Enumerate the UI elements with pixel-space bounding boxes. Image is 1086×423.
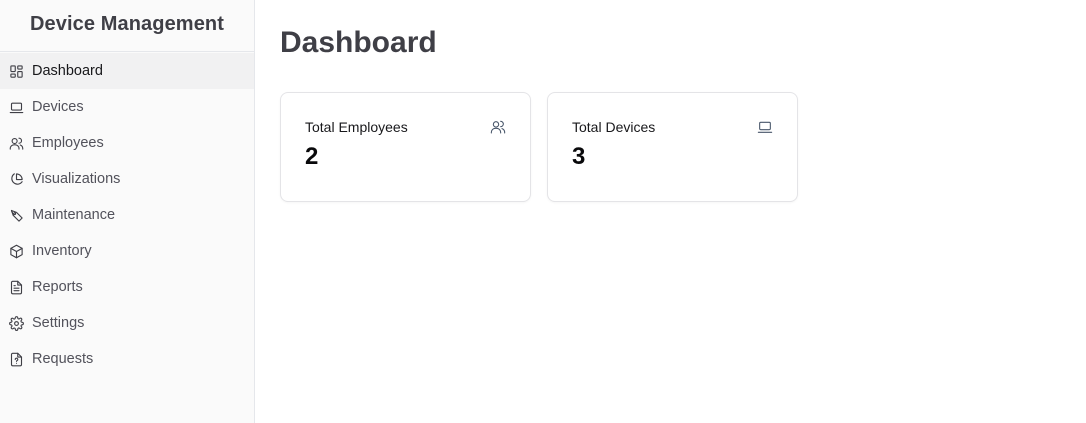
sidebar-item-maintenance[interactable]: Maintenance	[0, 197, 254, 233]
help-file-icon	[8, 351, 24, 367]
stat-cards: Total Employees 2 Total Devices 3	[280, 92, 1086, 202]
laptop-icon	[757, 119, 773, 135]
users-icon	[490, 119, 506, 135]
app-window: Device Management Dashboard Devices Empl…	[0, 0, 1086, 423]
sidebar-nav: Dashboard Devices Employees Visualizatio…	[0, 52, 254, 377]
card-label: Total Employees	[305, 119, 408, 135]
total-devices-card: Total Devices 3	[547, 92, 798, 202]
sidebar-item-label: Requests	[32, 351, 94, 367]
sidebar-item-label: Dashboard	[32, 63, 103, 79]
laptop-icon	[8, 99, 24, 115]
sidebar-item-devices[interactable]: Devices	[0, 89, 254, 125]
sidebar-item-label: Visualizations	[32, 171, 121, 187]
users-icon	[8, 135, 24, 151]
sidebar-item-requests[interactable]: Requests	[0, 341, 254, 377]
pie-chart-icon	[8, 171, 24, 187]
sidebar-item-label: Devices	[32, 99, 84, 115]
card-header: Total Devices	[572, 118, 773, 136]
box-icon	[8, 243, 24, 259]
card-header: Total Employees	[305, 118, 506, 136]
wrench-icon	[8, 207, 24, 223]
sidebar-item-label: Settings	[32, 315, 85, 331]
sidebar-item-label: Maintenance	[32, 207, 116, 223]
sidebar-item-inventory[interactable]: Inventory	[0, 233, 254, 269]
sidebar-item-reports[interactable]: Reports	[0, 269, 254, 305]
sidebar-item-settings[interactable]: Settings	[0, 305, 254, 341]
sidebar-item-label: Inventory	[32, 243, 92, 259]
sidebar-item-employees[interactable]: Employees	[0, 125, 254, 161]
app-title: Device Management	[30, 13, 224, 35]
sidebar-item-visualizations[interactable]: Visualizations	[0, 161, 254, 197]
document-icon	[8, 279, 24, 295]
sidebar-item-dashboard[interactable]: Dashboard	[0, 53, 254, 89]
sidebar-header: Device Management	[0, 0, 254, 52]
sidebar: Device Management Dashboard Devices Empl…	[0, 0, 255, 423]
main-content: Dashboard Total Employees 2 Total Device…	[255, 0, 1086, 423]
card-value: 3	[572, 143, 586, 170]
total-employees-card: Total Employees 2	[280, 92, 531, 202]
dashboard-icon	[8, 63, 24, 79]
card-value: 2	[305, 143, 319, 170]
gear-icon	[8, 315, 24, 331]
sidebar-item-label: Reports	[32, 279, 83, 295]
card-label: Total Devices	[572, 119, 656, 135]
sidebar-item-label: Employees	[32, 135, 104, 151]
page-title: Dashboard	[280, 26, 437, 59]
